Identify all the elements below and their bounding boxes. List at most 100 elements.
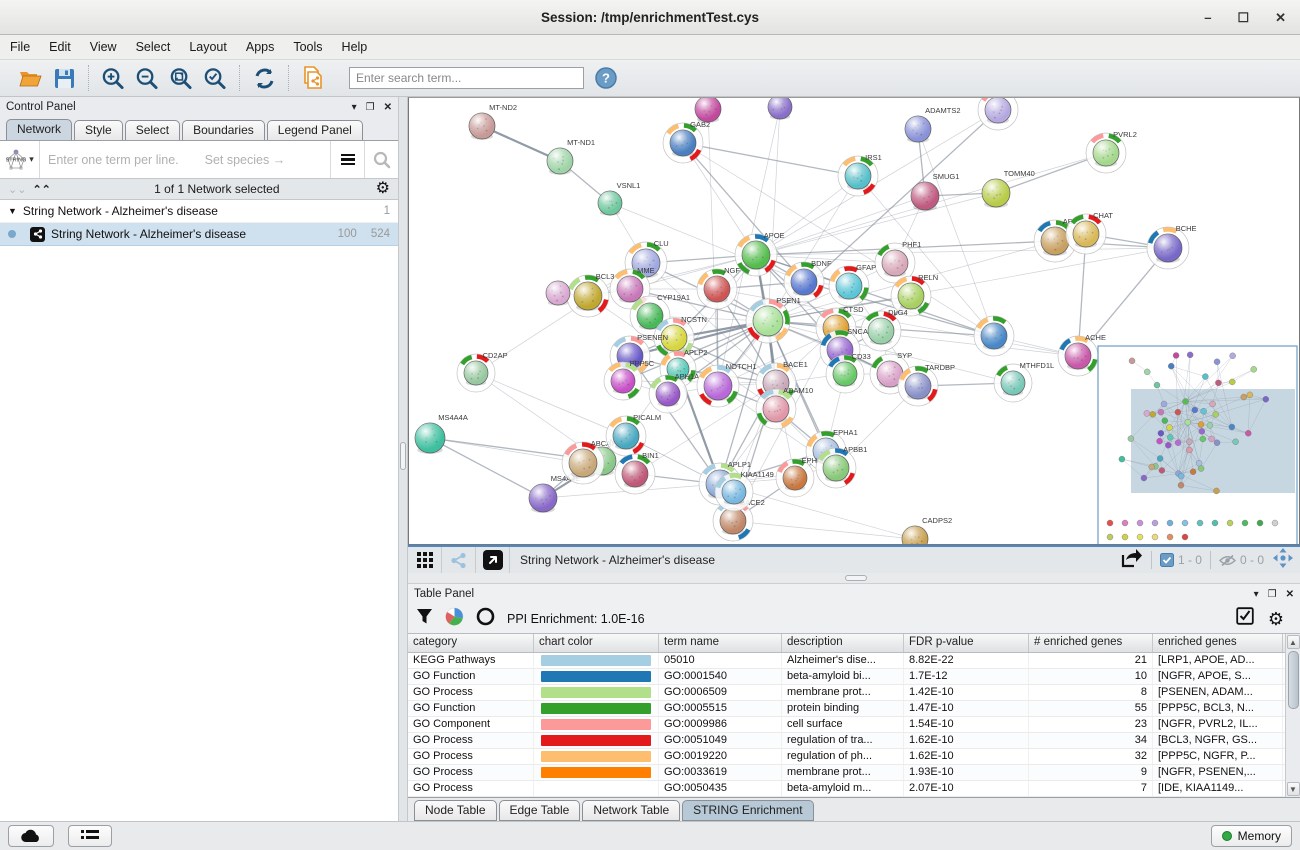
help-icon[interactable]: ?: [594, 66, 618, 90]
network-row-selected[interactable]: String Network - Alzheimer's disease 100…: [0, 223, 398, 246]
scroll-up-icon[interactable]: ▲: [1287, 635, 1300, 649]
table-panel-splitter[interactable]: [408, 573, 1300, 584]
table-scrollbar[interactable]: ▲ ▼: [1285, 634, 1300, 797]
table-row[interactable]: KEGG Pathways05010Alzheimer's dise...8.8…: [408, 653, 1285, 669]
protein-node[interactable]: VSNL1: [598, 181, 640, 216]
close-button[interactable]: ✕: [1275, 10, 1286, 26]
string-options-menu-button[interactable]: [330, 141, 364, 178]
minimize-button[interactable]: –: [1204, 10, 1211, 25]
protein-node[interactable]: BCHE: [1147, 224, 1197, 269]
protein-node[interactable]: ADAM10: [756, 386, 813, 429]
share-view-icon[interactable]: [442, 547, 476, 573]
menu-item-apps[interactable]: Apps: [246, 40, 275, 54]
table-panel-close-icon[interactable]: ✕: [1286, 589, 1294, 600]
collapse-all-icon[interactable]: ⌃⌃: [32, 183, 50, 196]
table-row[interactable]: GO ProcessGO:0006509membrane prot...1.42…: [408, 685, 1285, 701]
menu-item-layout[interactable]: Layout: [189, 40, 227, 54]
protein-node[interactable]: GAB2: [663, 120, 710, 163]
tab-style[interactable]: Style: [74, 120, 123, 140]
protein-node[interactable]: NGF: [697, 266, 740, 309]
column-header--enriched-genes[interactable]: # enriched genes: [1029, 634, 1153, 652]
protein-node[interactable]: MT-ND1: [547, 138, 595, 175]
protein-node[interactable]: BCL3: [567, 272, 614, 317]
menu-item-view[interactable]: View: [90, 40, 117, 54]
table-row[interactable]: GO ProcessGO:0050435beta-amyloid m...2.0…: [408, 781, 1285, 797]
tab-edge-table[interactable]: Edge Table: [499, 800, 581, 821]
pie-chart-icon[interactable]: [445, 607, 464, 631]
tab-network-table[interactable]: Network Table: [582, 800, 680, 821]
menu-item-help[interactable]: Help: [342, 40, 368, 54]
expand-all-icon[interactable]: ⌄⌄: [8, 183, 26, 196]
tab-boundaries[interactable]: Boundaries: [182, 120, 265, 140]
control-panel-close-icon[interactable]: ✕: [384, 102, 392, 113]
donut-chart-icon[interactable]: [476, 607, 495, 631]
menu-item-select[interactable]: Select: [136, 40, 171, 54]
table-panel-float-icon[interactable]: ❐: [1268, 589, 1277, 600]
table-row[interactable]: GO ComponentGO:0009986cell surface1.54E-…: [408, 717, 1285, 733]
control-panel-collapse-icon[interactable]: ▾: [352, 102, 357, 113]
tab-legend-panel[interactable]: Legend Panel: [267, 120, 363, 140]
menu-item-tools[interactable]: Tools: [293, 40, 322, 54]
protein-node[interactable]: PVRL2: [1086, 130, 1137, 173]
select-columns-icon[interactable]: [1236, 607, 1254, 630]
table-row[interactable]: GO FunctionGO:0001540beta-amyloid bi...1…: [408, 669, 1285, 685]
protein-node[interactable]: GFAP: [829, 263, 876, 306]
network-panel-gear-icon[interactable]: ⚙: [376, 181, 390, 197]
string-search-button[interactable]: [364, 141, 398, 178]
protein-node[interactable]: DLG4: [861, 308, 908, 351]
column-header-description[interactable]: description: [782, 634, 904, 652]
maximize-button[interactable]: ☐: [1237, 10, 1249, 26]
column-header-category[interactable]: category: [408, 634, 534, 652]
protein-node[interactable]: BIN1: [615, 451, 659, 494]
task-history-button[interactable]: [68, 825, 112, 847]
column-header-term-name[interactable]: term name: [659, 634, 782, 652]
zoom-in-button[interactable]: [101, 66, 125, 90]
network-collection-row[interactable]: ▼ String Network - Alzheimer's disease 1: [0, 200, 398, 223]
protein-node[interactable]: CADPS2: [902, 516, 952, 544]
refresh-network-button[interactable]: [252, 66, 276, 90]
open-session-button[interactable]: [18, 66, 42, 90]
protein-node[interactable]: MS4A4A: [415, 413, 468, 454]
protein-node[interactable]: APOE: [735, 231, 785, 276]
control-panel-float-icon[interactable]: ❐: [366, 102, 375, 113]
detach-view-icon[interactable]: [476, 547, 510, 573]
protein-node[interactable]: TOMM40: [982, 169, 1035, 208]
tab-network[interactable]: Network: [6, 119, 72, 140]
protein-node[interactable]: MTHFD1L: [994, 361, 1054, 402]
memory-button[interactable]: Memory: [1211, 825, 1292, 847]
protein-node[interactable]: CD2AP: [457, 351, 508, 392]
protein-node[interactable]: [768, 98, 792, 120]
scroll-down-icon[interactable]: ▼: [1287, 782, 1300, 796]
protein-node[interactable]: [974, 316, 1014, 356]
protein-node[interactable]: KIAA1149: [715, 470, 774, 511]
tab-node-table[interactable]: Node Table: [414, 800, 497, 821]
column-header-enriched-genes[interactable]: enriched genes: [1153, 634, 1283, 652]
protein-node[interactable]: MT-ND2: [469, 103, 517, 140]
copy-network-button[interactable]: [301, 66, 325, 90]
table-row[interactable]: GO ProcessGO:0051049regulation of tra...…: [408, 733, 1285, 749]
tab-string-enrichment[interactable]: STRING Enrichment: [682, 800, 813, 821]
protein-node[interactable]: [546, 281, 570, 306]
table-panel-collapse-icon[interactable]: ▾: [1254, 589, 1259, 600]
string-protein-query-dropdown[interactable]: STRING ▾: [0, 141, 40, 178]
search-input[interactable]: [349, 67, 584, 89]
filter-icon[interactable]: [416, 608, 433, 630]
splitter-grip[interactable]: [845, 575, 867, 581]
panel-splitter[interactable]: [399, 97, 408, 821]
zoom-out-button[interactable]: [135, 66, 159, 90]
navigator-toggle-icon[interactable]: [1272, 547, 1294, 574]
save-session-button[interactable]: [52, 66, 76, 90]
zoom-selected-button[interactable]: [203, 66, 227, 90]
scrollbar-thumb[interactable]: [1288, 651, 1299, 709]
protein-node[interactable]: IRS1: [838, 153, 882, 196]
protein-node[interactable]: SMUG1: [911, 172, 959, 211]
column-header-FDR-p-value[interactable]: FDR p-value: [904, 634, 1029, 652]
table-settings-gear-icon[interactable]: ⚙: [1268, 610, 1284, 628]
table-row[interactable]: GO FunctionGO:0005515protein binding1.47…: [408, 701, 1285, 717]
cloud-tasks-button[interactable]: [8, 825, 54, 847]
column-header-chart-color[interactable]: chart color: [534, 634, 659, 652]
string-query-input[interactable]: Enter one term per line. Set species →: [40, 153, 330, 167]
tree-expand-arrow-icon[interactable]: ▼: [8, 206, 17, 216]
protein-node[interactable]: [978, 98, 1018, 130]
menu-item-edit[interactable]: Edit: [49, 40, 71, 54]
